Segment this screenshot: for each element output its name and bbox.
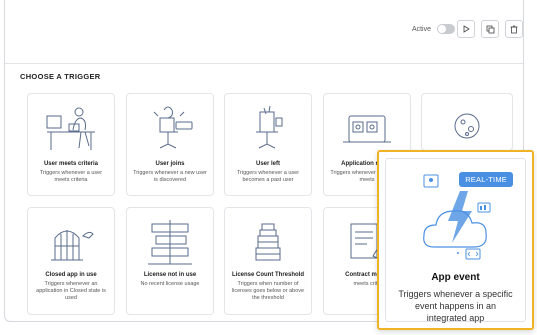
copy-button[interactable] [481,20,499,38]
card-title: License not in use [143,272,197,278]
app-event-desc: Triggers whenever a specific event happe… [398,289,513,323]
card-title: User left [255,161,280,167]
card-desc: Triggers when number of licenses goes be… [231,281,305,301]
play-button[interactable] [457,20,475,38]
active-label: Active [411,25,431,33]
empty-chair-illustration [225,102,311,157]
trigger-card-closed-app-in-use[interactable]: Closed app in use Triggers whenever an a… [27,207,115,315]
trigger-card-partial[interactable] [421,93,513,151]
signboard-illustration [127,216,213,271]
moon-illustration [422,102,512,150]
section-title: CHOOSE A TRIGGER [20,72,101,81]
trigger-card-user-joins[interactable]: User joins Triggers whenever a new user … [126,93,214,196]
card-desc: Triggers whenever a user meets criteria [39,170,103,183]
delete-button[interactable] [505,20,523,38]
card-title: License Count Threshold [231,272,304,278]
paper-stack-illustration [225,216,311,271]
app-screens-illustration [324,102,410,157]
welcome-chair-illustration [127,102,213,157]
trash-icon [510,25,518,33]
card-desc: Triggers whenever an application in Clos… [36,281,106,301]
desk-illustration [28,102,114,157]
play-icon [463,25,470,33]
realtime-badge: REAL-TIME [459,172,513,187]
active-toggle-group: Active [412,24,455,34]
toolbar: Active [5,0,523,64]
copy-icon [486,25,494,33]
app-event-title: App event [431,272,480,283]
active-toggle[interactable] [437,24,455,34]
card-desc: Triggers whenever a new user is discover… [133,170,207,183]
trigger-card-license-count-threshold[interactable]: License Count Threshold Triggers when nu… [224,207,312,315]
trigger-card-user-meets-criteria[interactable]: User meets criteria Triggers whenever a … [27,93,115,196]
card-desc: No recent license usage [140,281,200,287]
card-desc: Triggers whenever a user becomes a past … [236,170,300,183]
app-event-card-inner: REAL-TIME App event Triggers whenever a … [385,158,526,323]
birdcage-illustration [28,216,114,271]
app-event-card[interactable]: REAL-TIME App event Triggers whenever a … [377,150,534,330]
card-title: Closed app in use [45,272,97,278]
card-title: User joins [155,161,185,167]
trigger-card-license-not-in-use[interactable]: License not in use No recent license usa… [126,207,214,315]
card-title: User meets criteria [43,161,99,167]
trigger-card-user-left[interactable]: User left Triggers whenever a user becom… [224,93,312,196]
